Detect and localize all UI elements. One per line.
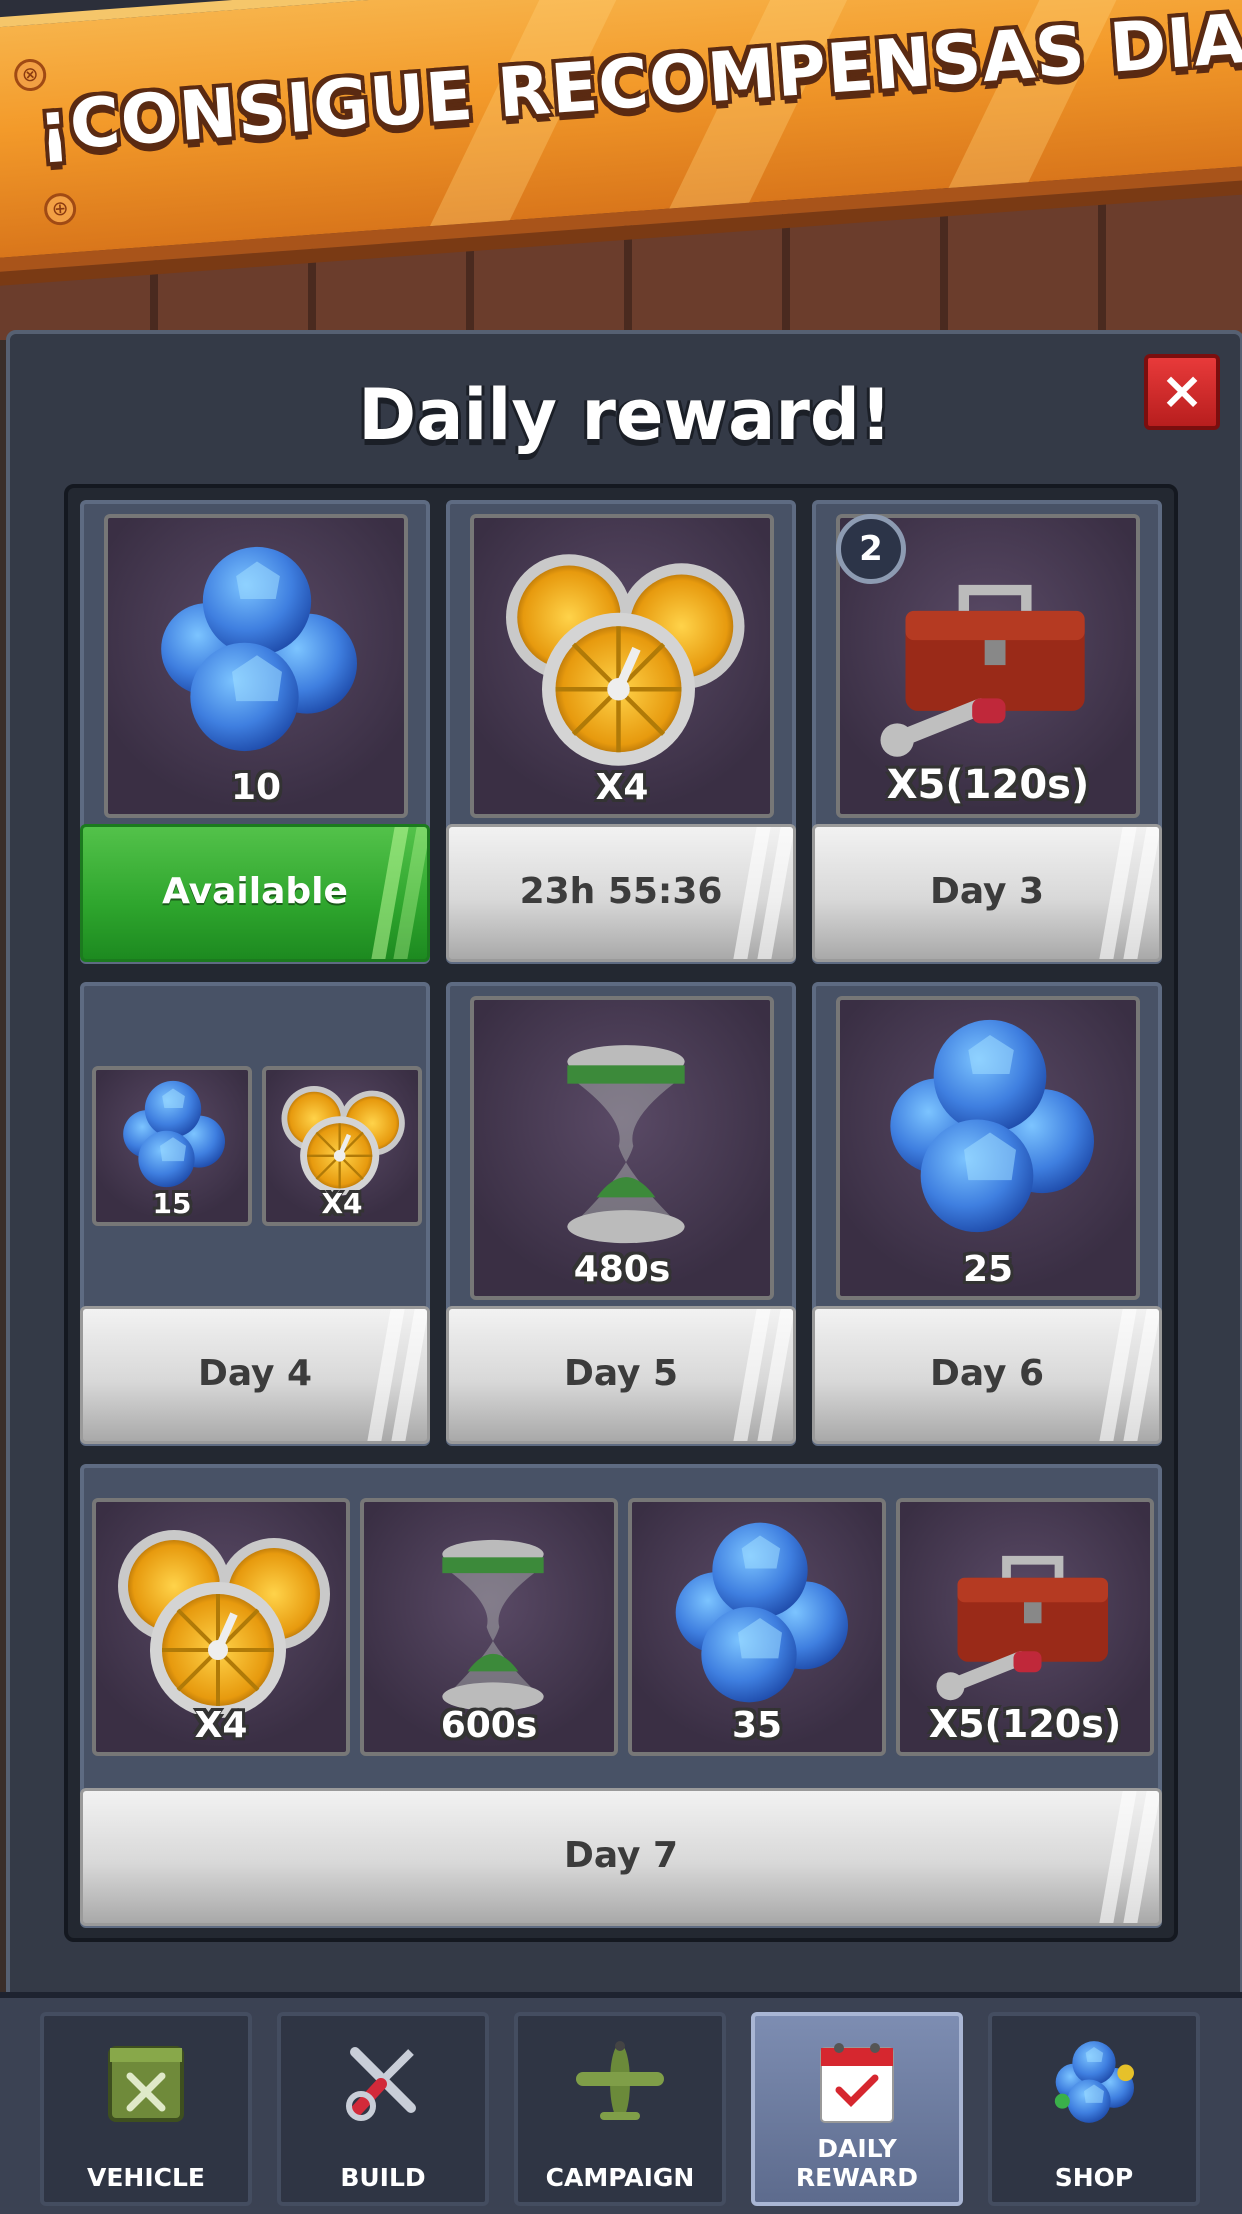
- nav-label: CAMPAIGN: [545, 2163, 695, 2192]
- gems-thumb: 25: [836, 996, 1140, 1300]
- nav-campaign[interactable]: CAMPAIGN: [514, 2012, 726, 2206]
- spin-wheel-icon: [488, 526, 758, 776]
- wheels-thumb: X4: [92, 1498, 350, 1756]
- spin-wheel-icon: [102, 1506, 342, 1726]
- nav-label: DAILY REWARD: [795, 2134, 919, 2192]
- nav-build[interactable]: BUILD: [277, 2012, 489, 2206]
- hourglass-thumb: 600s: [360, 1498, 618, 1756]
- button-label: Available: [162, 871, 348, 912]
- hourglass-thumb: 480s: [470, 996, 774, 1300]
- banner-text: ¡CONSIGUE RECOMPENSAS DIARIAS!: [35, 0, 1242, 168]
- hourglass-icon: [567, 1045, 685, 1244]
- day-4-button[interactable]: Day 4: [80, 1306, 430, 1444]
- button-label: Day 6: [929, 1353, 1045, 1394]
- gems-icon: [1054, 2041, 1134, 2123]
- airplane-icon: [576, 2041, 664, 2120]
- day-6-card[interactable]: 25 Day 6: [812, 982, 1162, 1446]
- nav-label: VEHICLE: [86, 2163, 205, 2192]
- count-badge: 2: [836, 514, 906, 584]
- nav-label: SHOP: [1054, 2163, 1134, 2192]
- day-3-card[interactable]: X5(120s) 2 Day 3: [812, 500, 1162, 964]
- day-1-card[interactable]: 10 Available: [80, 500, 430, 964]
- spin-wheel-icon: [272, 1072, 412, 1200]
- gems-thumb: 35: [628, 1498, 886, 1756]
- nav-vehicle[interactable]: VEHICLE: [40, 2012, 252, 2206]
- button-label: Day 4: [197, 1353, 313, 1394]
- reward-quantity: 35: [731, 1705, 783, 1746]
- nav-shop[interactable]: SHOP: [988, 2012, 1200, 2206]
- nav-daily-reward[interactable]: DAILY REWARD: [751, 2012, 963, 2206]
- claim-available-button[interactable]: Available: [80, 824, 430, 962]
- nav-label: BUILD: [340, 2163, 426, 2192]
- reward-quantity: X4: [194, 1705, 248, 1746]
- day-7-card[interactable]: X4 600s 35 X5(120s) Day 7: [80, 1464, 1162, 1928]
- button-label: Day 3: [929, 871, 1045, 912]
- day-7-button[interactable]: Day 7: [80, 1788, 1162, 1926]
- day-3-button[interactable]: Day 3: [812, 824, 1162, 962]
- gems-icon: [161, 546, 357, 752]
- reward-quantity: 480s: [573, 1249, 671, 1290]
- toolbox-icon: [868, 548, 1118, 778]
- crate-icon: [108, 2046, 184, 2122]
- reward-quantity: X4: [321, 1187, 363, 1220]
- day-2-card[interactable]: X4 23h 55:36: [446, 500, 796, 964]
- day-6-button[interactable]: Day 6: [812, 1306, 1162, 1444]
- bolt-icon: ⊗: [13, 57, 48, 93]
- bolt-icon: ⊕: [42, 192, 78, 227]
- wrench-screwdriver-icon: [346, 2047, 416, 2121]
- gems-thumb: 10: [104, 514, 408, 818]
- day-5-button[interactable]: Day 5: [446, 1306, 796, 1444]
- close-button[interactable]: ×: [1144, 354, 1220, 430]
- reward-quantity: X4: [595, 767, 649, 808]
- dialog-title: Daily reward!: [358, 374, 892, 456]
- reward-quantity: 10: [230, 767, 282, 808]
- reward-quantity: 15: [152, 1187, 192, 1220]
- reward-quantity: X5(120s): [928, 1702, 1122, 1746]
- reward-quantity: X5(120s): [886, 762, 1090, 808]
- day-2-countdown-button[interactable]: 23h 55:36: [446, 824, 796, 962]
- toolbox-thumb: X5(120s): [896, 1498, 1154, 1756]
- reward-quantity: 25: [962, 1249, 1014, 1290]
- gems-icon: [123, 1080, 225, 1188]
- day-4-card[interactable]: 15 X4 Day 4: [80, 982, 430, 1446]
- reward-quantity: 600s: [440, 1705, 538, 1746]
- gems-icon: [675, 1522, 848, 1703]
- calendar-icon: [820, 2043, 894, 2123]
- toolbox-icon: [926, 1524, 1136, 1719]
- hourglass-icon: [442, 1539, 544, 1711]
- gems-thumb: 15: [92, 1066, 252, 1226]
- button-label: Day 7: [563, 1835, 679, 1876]
- button-label: Day 5: [563, 1353, 679, 1394]
- wheels-thumb: X4: [262, 1066, 422, 1226]
- bottom-nav: VEHICLE BUILD CAMPAIGN DAILY REWARD SHOP: [0, 1992, 1242, 2214]
- day-5-card[interactable]: 480s Day 5: [446, 982, 796, 1446]
- wheels-thumb: X4: [470, 514, 774, 818]
- button-label: 23h 55:36: [519, 871, 723, 912]
- gems-icon: [890, 1019, 1094, 1233]
